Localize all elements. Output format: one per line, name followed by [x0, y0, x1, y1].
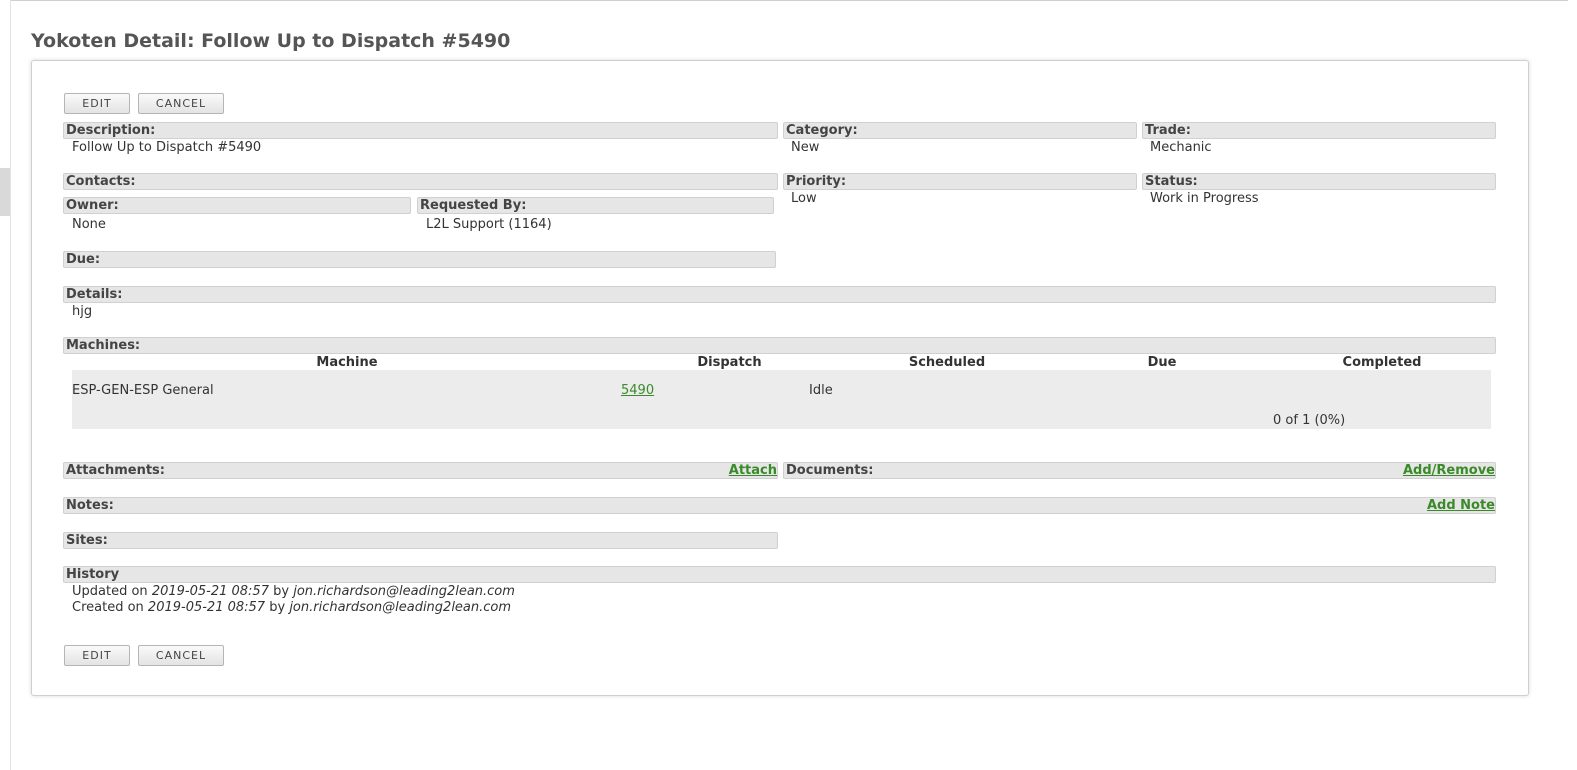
history-timestamp: 2019-05-21 08:57 [151, 584, 269, 599]
machine-column-header: Machine [316, 355, 378, 370]
attachments-label: Attachments: [66, 463, 165, 478]
description-value: Follow Up to Dispatch #5490 [72, 140, 262, 155]
edit-button-bottom[interactable]: EDIT [64, 645, 130, 666]
notes-header: Notes: Add Note [63, 497, 1496, 514]
description-header: Description: [63, 122, 778, 139]
requested-by-header: Requested By: [417, 197, 774, 214]
history-user: jon.richardson@leading2lean.com [293, 584, 515, 599]
attachments-header: Attachments: Attach [63, 462, 778, 479]
sidebar-toggle-tab[interactable] [0, 168, 10, 216]
category-header: Category: [783, 122, 1137, 139]
trade-value: Mechanic [1150, 140, 1212, 155]
documents-header: Documents: Add/Remove [783, 462, 1496, 479]
details-header: Details: [63, 286, 1496, 303]
priority-header: Priority: [783, 173, 1137, 190]
documents-label: Documents: [786, 463, 874, 478]
owner-header: Owner: [63, 197, 411, 214]
category-value: New [791, 140, 820, 155]
detail-panel: EDIT CANCEL Description: Category: Trade… [31, 60, 1529, 696]
machines-header: Machines: [63, 337, 1496, 354]
history-entry: Created on 2019-05-21 08:57 by jon.richa… [72, 600, 511, 615]
page-title: Yokoten Detail: Follow Up to Dispatch #5… [31, 30, 511, 52]
history-header: History [63, 566, 1496, 583]
trade-header: Trade: [1142, 122, 1496, 139]
scheduled-column-header: Scheduled [908, 355, 986, 370]
add-note-link[interactable]: Add Note [1427, 498, 1495, 513]
dispatch-link[interactable]: 5490 [621, 383, 654, 398]
history-action: Created on [72, 600, 144, 615]
priority-value: Low [791, 191, 817, 206]
left-rail [0, 0, 11, 770]
details-value: hjg [72, 304, 93, 319]
completed-column-header: Completed [1342, 355, 1422, 370]
due-column-header: Due [1147, 355, 1177, 370]
scheduled-cell: Idle [809, 383, 833, 398]
cancel-button-top[interactable]: CANCEL [138, 93, 224, 114]
history-action: Updated on [72, 584, 148, 599]
add-remove-link[interactable]: Add/Remove [1403, 463, 1495, 478]
edit-button-top[interactable]: EDIT [64, 93, 130, 114]
top-border [0, 0, 1568, 1]
history-entry: Updated on 2019-05-21 08:57 by jon.richa… [72, 584, 515, 599]
notes-label: Notes: [66, 498, 114, 513]
contacts-header: Contacts: [63, 173, 778, 190]
due-header: Due: [63, 251, 776, 268]
history-timestamp: 2019-05-21 08:57 [147, 600, 266, 615]
requested-by-value: L2L Support (1164) [426, 217, 552, 232]
status-value: Work in Progress [1150, 191, 1259, 206]
attach-link[interactable]: Attach [729, 463, 777, 478]
completed-cell: 0 of 1 (0%) [1273, 413, 1346, 428]
owner-value: None [72, 217, 106, 232]
machine-cell: ESP-GEN-ESP General [72, 383, 214, 398]
history-by: by [269, 600, 286, 615]
sites-header: Sites: [63, 532, 778, 549]
cancel-button-bottom[interactable]: CANCEL [138, 645, 224, 666]
history-by: by [273, 584, 290, 599]
status-header: Status: [1142, 173, 1496, 190]
dispatch-column-header: Dispatch [697, 355, 762, 370]
history-user: jon.richardson@leading2lean.com [289, 600, 512, 615]
